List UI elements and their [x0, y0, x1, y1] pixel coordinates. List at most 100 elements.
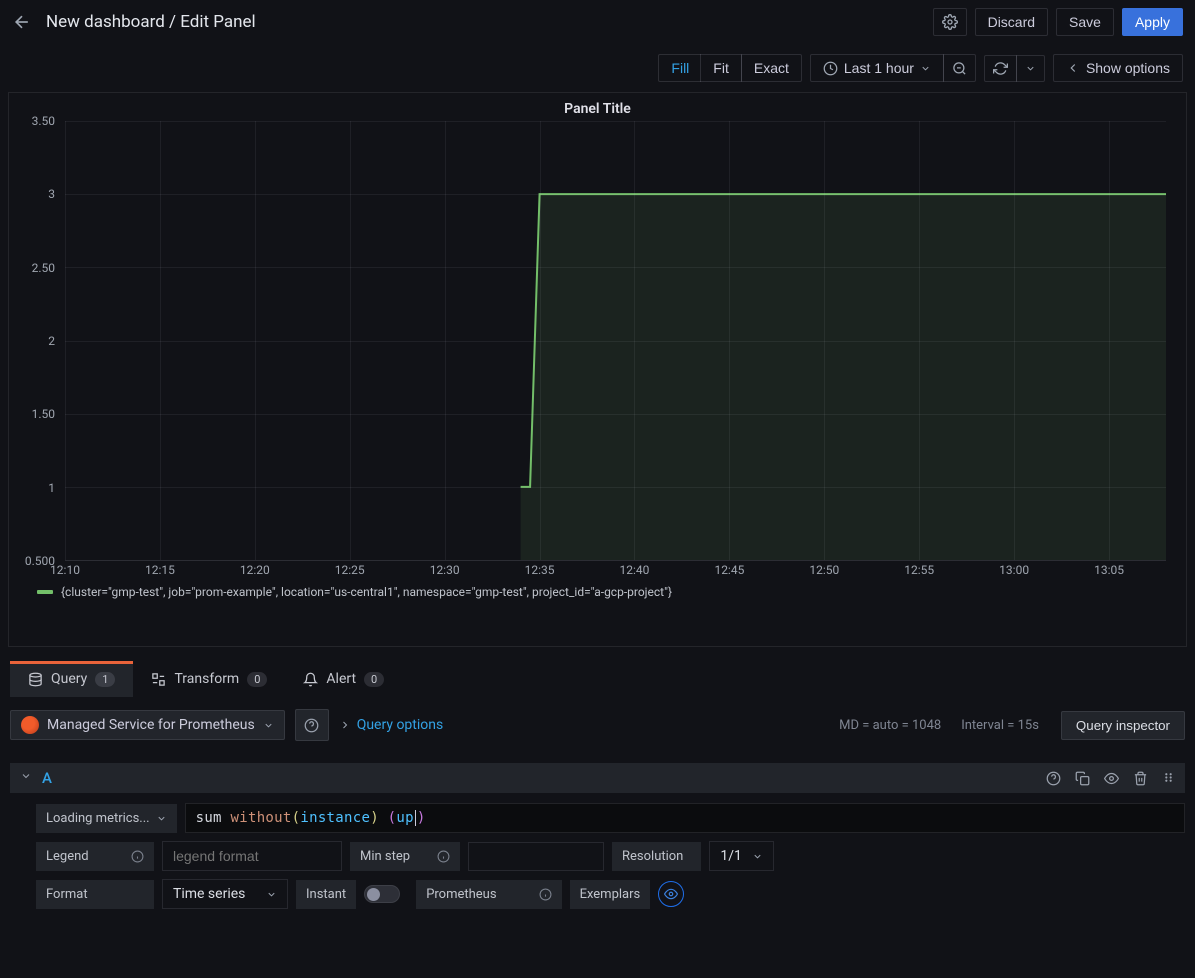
plot-area [65, 121, 1166, 561]
show-options-label: Show options [1086, 60, 1170, 76]
refresh-button[interactable] [984, 55, 1017, 82]
tab-alert-label: Alert [326, 671, 356, 687]
help-icon[interactable] [1046, 771, 1061, 786]
y-axis: 0.50011.5022.5033.50 [21, 121, 61, 561]
time-range-button[interactable]: Last 1 hour [810, 54, 944, 82]
chevron-down-icon [1025, 63, 1036, 74]
y-tick: 2 [48, 334, 55, 348]
breadcrumb: New dashboard / Edit Panel [46, 12, 256, 32]
clock-icon [823, 61, 838, 76]
x-tick: 12:45 [714, 563, 744, 577]
resolution-value: 1/1 [720, 848, 742, 864]
duplicate-icon[interactable] [1075, 771, 1090, 786]
query-header[interactable]: A [10, 763, 1185, 793]
header-bar: New dashboard / Edit Panel Discard Save … [0, 0, 1195, 44]
chevron-down-icon [263, 720, 274, 731]
tab-query-label: Query [51, 671, 87, 687]
exact-button[interactable]: Exact [741, 54, 802, 82]
collapse-icon[interactable] [20, 770, 32, 786]
query-editor: A Loading metrics... sum without(instanc… [10, 763, 1185, 909]
gear-icon [942, 14, 958, 30]
instant-toggle[interactable] [364, 885, 400, 903]
legend-label: Legend [36, 842, 154, 871]
legend-swatch [37, 590, 53, 594]
discard-button[interactable]: Discard [975, 8, 1048, 36]
y-tick: 3.50 [32, 114, 55, 128]
interval-info: Interval = 15s [961, 718, 1039, 733]
prometheus-icon [21, 716, 39, 734]
x-tick: 12:30 [430, 563, 460, 577]
exemplars-toggle[interactable] [658, 881, 684, 907]
query-letter: A [42, 769, 52, 787]
query-options-toggle[interactable]: Query options [339, 717, 444, 733]
x-tick: 12:15 [145, 563, 175, 577]
x-tick: 12:55 [904, 563, 934, 577]
drag-handle-icon[interactable] [1162, 771, 1175, 784]
settings-button[interactable] [933, 8, 967, 36]
instant-label: Instant [296, 880, 356, 909]
editor-tabs: Query 1 Transform 0 Alert 0 [0, 661, 1195, 697]
time-picker-group: Last 1 hour [810, 54, 976, 82]
tab-transform-count: 0 [247, 672, 267, 687]
chevron-down-icon [156, 813, 167, 824]
panel-area: Panel Title 0.50011.5022.5033.50 12:1012… [8, 92, 1187, 647]
fit-button[interactable]: Fit [700, 54, 742, 82]
md-info: MD = auto = 1048 [839, 718, 941, 733]
legend-input[interactable] [162, 841, 342, 871]
info-icon [131, 850, 144, 863]
tab-query-count: 1 [95, 672, 115, 687]
x-tick: 12:50 [809, 563, 839, 577]
fill-button[interactable]: Fill [658, 54, 701, 82]
x-tick: 13:00 [999, 563, 1029, 577]
refresh-group [984, 55, 1045, 82]
legend: {cluster="gmp-test", job="prom-example",… [21, 581, 1174, 599]
x-tick: 12:35 [525, 563, 555, 577]
resolution-label: Resolution [612, 842, 701, 871]
trash-icon[interactable] [1133, 771, 1148, 786]
tab-alert-count: 0 [364, 672, 384, 687]
save-button[interactable]: Save [1056, 8, 1114, 36]
help-icon [304, 718, 319, 733]
x-tick: 13:05 [1094, 563, 1124, 577]
y-tick: 2.50 [32, 261, 55, 275]
resolution-select[interactable]: 1/1 [709, 841, 774, 871]
transform-icon [151, 672, 166, 687]
legend-label: {cluster="gmp-test", job="prom-example",… [61, 585, 672, 599]
query-expression-input[interactable]: sum without(instance) (up) [185, 803, 1185, 833]
x-tick: 12:25 [335, 563, 365, 577]
format-label: Format [36, 880, 154, 909]
apply-button[interactable]: Apply [1122, 8, 1183, 36]
datasource-name: Managed Service for Prometheus [47, 717, 255, 733]
eye-icon [664, 887, 678, 901]
chevron-down-icon [920, 63, 931, 74]
tab-transform[interactable]: Transform 0 [133, 661, 285, 697]
refresh-interval-button[interactable] [1016, 55, 1045, 82]
show-options-button[interactable]: Show options [1053, 54, 1183, 82]
x-tick: 12:20 [240, 563, 270, 577]
metrics-browser-label: Loading metrics... [46, 811, 150, 826]
query-options-label: Query options [357, 717, 444, 733]
x-axis: 12:1012:1512:2012:2512:3012:3512:4012:45… [65, 561, 1166, 581]
query-inspector-button[interactable]: Query inspector [1061, 711, 1185, 740]
chevron-right-icon [339, 719, 351, 731]
panel-toolbar: Fill Fit Exact Last 1 hour Show options [0, 44, 1195, 92]
format-select[interactable]: Time series [162, 879, 288, 909]
minstep-input[interactable] [468, 842, 604, 871]
chevron-down-icon [752, 851, 763, 862]
tab-transform-label: Transform [174, 671, 239, 687]
tab-query[interactable]: Query 1 [10, 661, 133, 697]
metrics-browser-button[interactable]: Loading metrics... [36, 804, 177, 833]
chevron-down-icon [266, 889, 277, 900]
datasource-help-button[interactable] [295, 709, 329, 741]
y-tick: 1 [48, 481, 55, 495]
datasource-picker[interactable]: Managed Service for Prometheus [10, 710, 285, 740]
time-range-label: Last 1 hour [844, 60, 914, 76]
chart: 0.50011.5022.5033.50 [65, 121, 1166, 561]
y-tick: 1.50 [32, 407, 55, 421]
eye-icon[interactable] [1104, 771, 1119, 786]
zoom-out-button[interactable] [943, 54, 976, 82]
tab-alert[interactable]: Alert 0 [285, 661, 402, 697]
database-icon [28, 672, 43, 687]
back-arrow-icon[interactable] [12, 12, 32, 32]
y-tick: 3 [48, 187, 55, 201]
